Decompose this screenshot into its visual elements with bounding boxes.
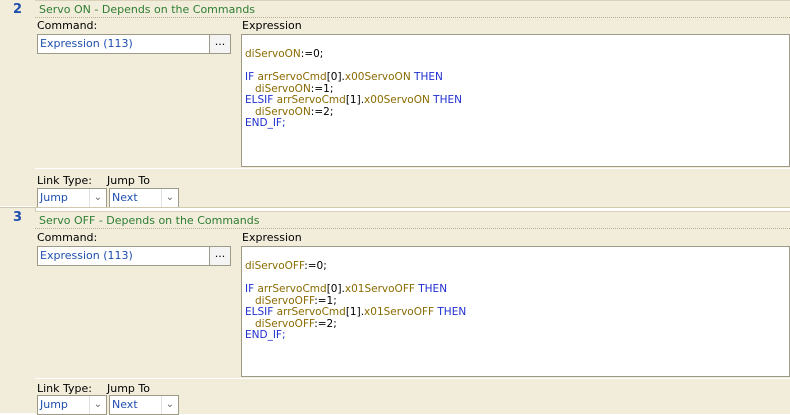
link-section: Link Type: Jump To Jump ⌄ Next ⌄	[35, 168, 790, 208]
chevron-down-icon[interactable]: ⌄	[89, 396, 106, 414]
link-type-label: Link Type:	[37, 382, 92, 395]
step-number: 2	[0, 0, 36, 206]
jump-to-select[interactable]: Next ⌄	[109, 188, 179, 208]
browse-button[interactable]: ...	[209, 35, 230, 53]
expression-label: Expression	[242, 231, 302, 244]
step-title[interactable]: Servo ON - Depends on the Commands	[35, 0, 790, 18]
expression-label: Expression	[242, 19, 302, 32]
link-type-label: Link Type:	[37, 174, 92, 187]
chevron-down-icon[interactable]: ⌄	[89, 189, 106, 207]
jump-to-label: Jump To	[107, 174, 150, 187]
expression-editor[interactable]: diServoON:=0; IF arrServoCmd[0].x00Servo…	[241, 34, 790, 167]
chevron-down-icon[interactable]: ⌄	[161, 189, 178, 207]
step-2: 2 Servo ON - Depends on the Commands Com…	[0, 0, 790, 208]
step-body: Command: Expression Expression (113) ...…	[35, 229, 790, 378]
chevron-down-icon[interactable]: ⌄	[161, 396, 178, 414]
step-title[interactable]: Servo OFF - Depends on the Commands	[35, 211, 790, 229]
command-field[interactable]: Expression (113) ...	[37, 246, 231, 266]
command-field[interactable]: Expression (113) ...	[37, 34, 231, 54]
jump-to-label: Jump To	[107, 382, 150, 395]
browse-button[interactable]: ...	[209, 247, 230, 265]
step-body: Command: Expression Expression (113) ...…	[35, 18, 790, 168]
link-type-select[interactable]: Jump ⌄	[37, 188, 107, 208]
jump-to-select[interactable]: Next ⌄	[109, 395, 179, 415]
command-label: Command:	[37, 231, 98, 244]
link-section: Link Type: Jump To Jump ⌄ Next ⌄	[35, 378, 790, 415]
command-label: Command:	[37, 19, 98, 32]
link-type-select[interactable]: Jump ⌄	[37, 395, 107, 415]
step-3: 3 Servo OFF - Depends on the Commands Co…	[0, 208, 790, 415]
expression-editor[interactable]: diServoOFF:=0; IF arrServoCmd[0].x01Serv…	[241, 246, 790, 377]
step-number: 3	[0, 208, 36, 413]
